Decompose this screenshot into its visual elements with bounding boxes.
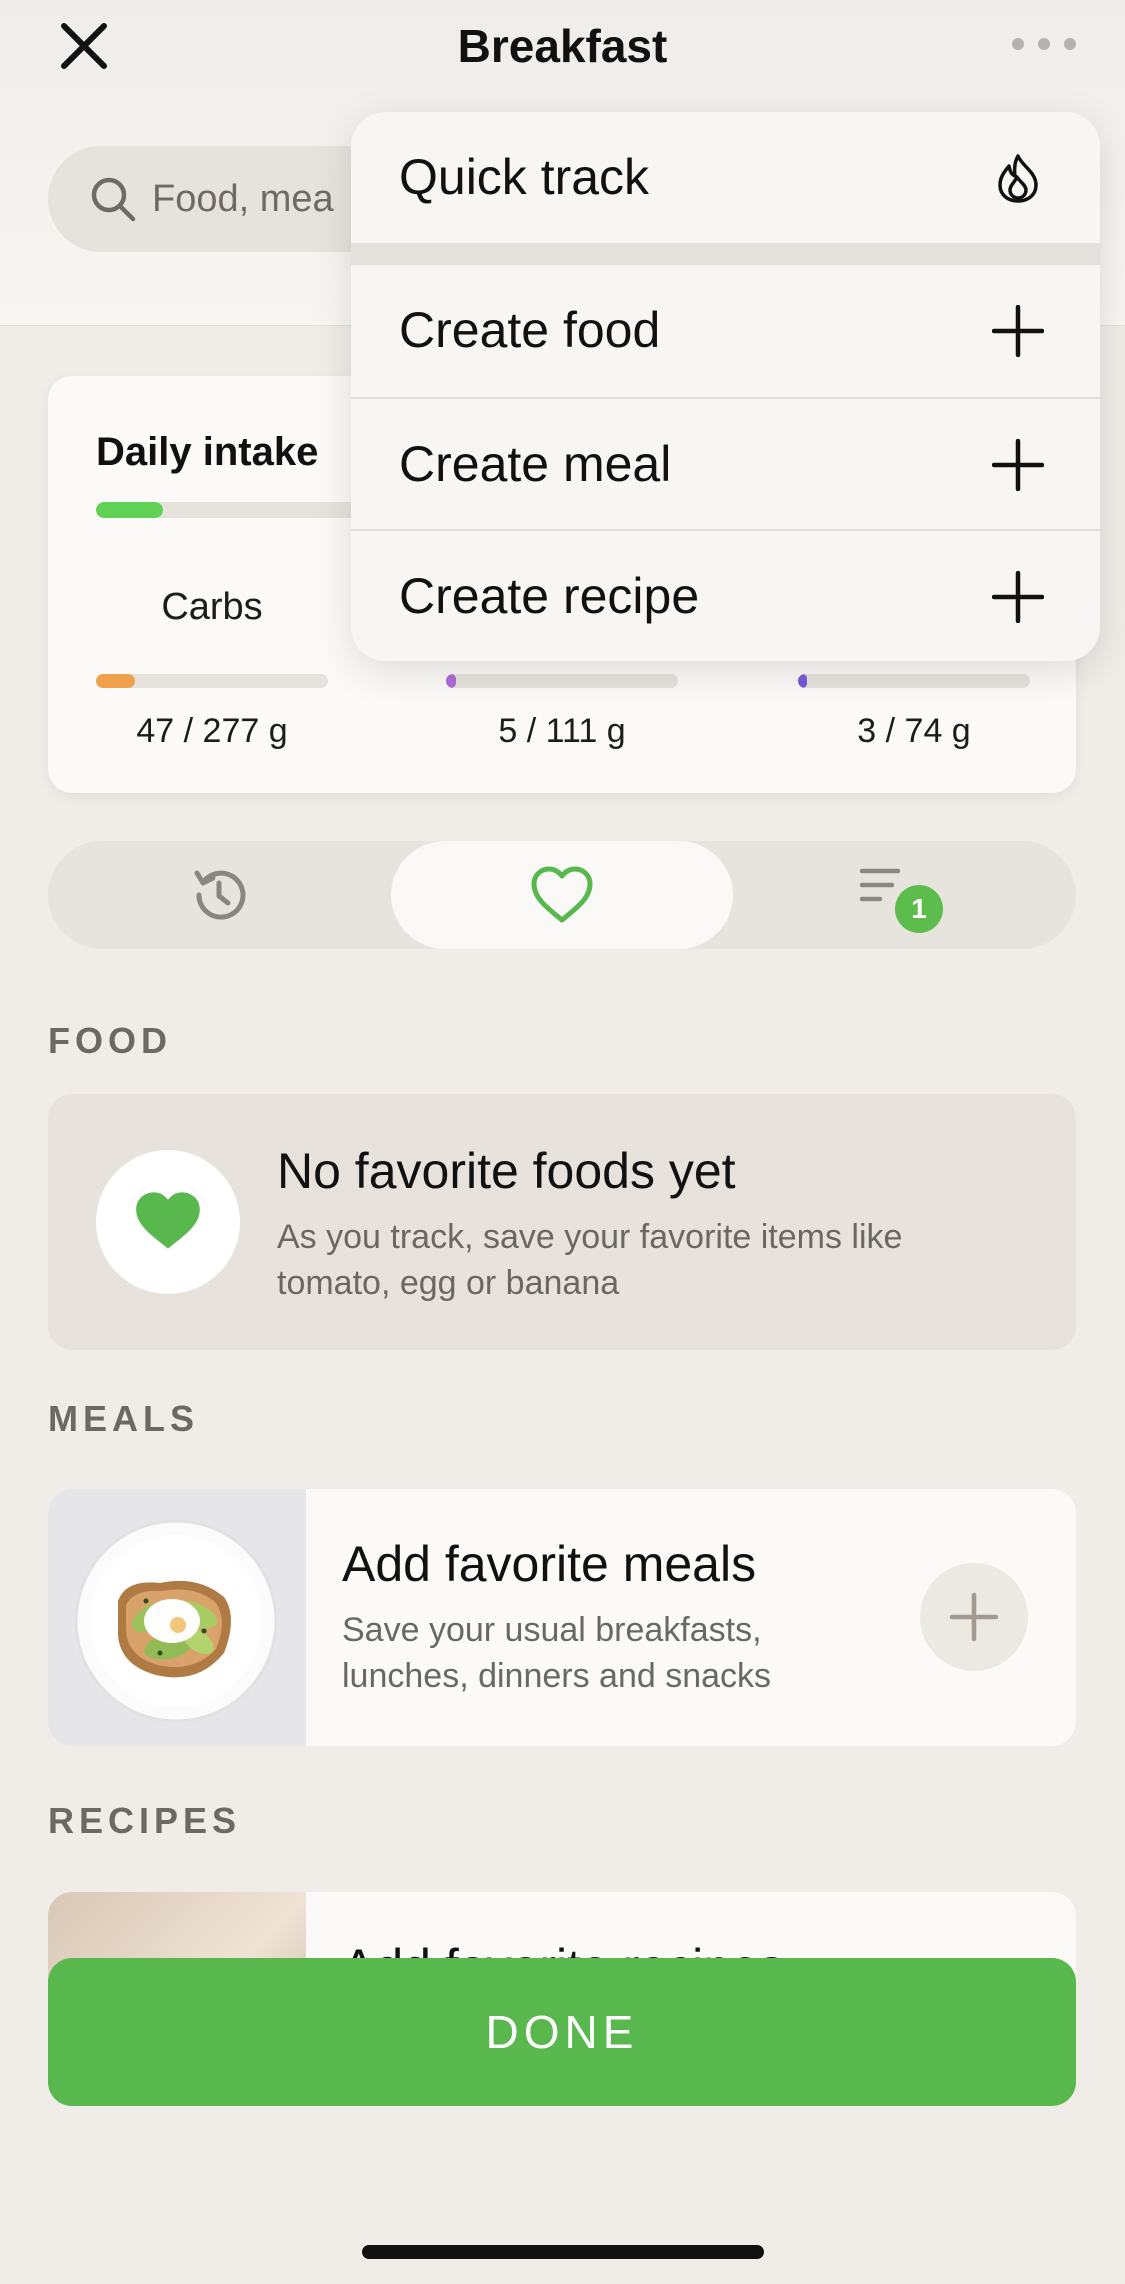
menu-item-create-meal[interactable]: Create meal	[351, 399, 1100, 530]
avocado-toast-image	[48, 1489, 306, 1746]
add-meal-button[interactable]	[920, 1563, 1028, 1671]
macro-progress-fill	[798, 674, 808, 688]
add-favorite-meals-card[interactable]: Add favorite meals Save your usual break…	[48, 1489, 1076, 1746]
plus-icon	[992, 305, 1044, 357]
heart-badge	[96, 1150, 240, 1294]
add-favorite-meals-subtitle-line2: lunches, dinners and snacks	[342, 1657, 772, 1695]
macro-progress	[96, 674, 328, 688]
macro-progress-fill	[96, 674, 136, 688]
daily-intake-title: Daily intake	[96, 430, 319, 474]
daily-intake-progress-fill	[96, 502, 163, 518]
heart-icon	[531, 866, 593, 923]
plus-icon	[992, 439, 1044, 491]
menu-item-label: Create meal	[399, 436, 672, 492]
macro-progress	[446, 674, 678, 688]
plus-icon	[992, 571, 1044, 623]
home-indicator[interactable]	[362, 2245, 764, 2259]
favorite-foods-title: No favorite foods yet	[277, 1143, 736, 1199]
page-title: Breakfast	[457, 20, 668, 72]
macro-value: 47 / 277 g	[136, 712, 288, 750]
section-heading-food: FOOD	[48, 1020, 172, 1061]
menu-divider	[351, 243, 1100, 265]
macro-value: 3 / 74 g	[857, 712, 971, 750]
section-heading-recipes: RECIPES	[48, 1800, 242, 1841]
macro-carbs: Carbs 47 / 277 g	[96, 586, 328, 751]
menu-item-label: Create food	[399, 302, 661, 358]
macro-progress	[798, 674, 1030, 688]
add-favorite-meals-title: Add favorite meals	[342, 1536, 757, 1592]
history-icon	[194, 870, 246, 920]
daily-intake-progress	[96, 502, 386, 518]
add-favorite-meals-subtitle-line1: Save your usual breakfasts,	[342, 1611, 762, 1649]
menu-item-label: Create recipe	[399, 568, 700, 624]
flame-icon	[998, 154, 1038, 203]
menu-item-label: Quick track	[399, 149, 650, 205]
favorite-foods-subtitle-line2: tomato, egg or banana	[277, 1264, 620, 1302]
more-button[interactable]	[1008, 30, 1080, 58]
macro-name: Carbs	[161, 586, 263, 628]
more-menu: Quick track Create food Create meal Crea…	[351, 112, 1100, 661]
tab-favorites[interactable]	[391, 841, 733, 949]
search-icon	[91, 177, 136, 222]
search-placeholder: Food, mea	[152, 178, 334, 220]
menu-item-create-recipe[interactable]: Create recipe	[351, 531, 1100, 661]
plate-illustration	[74, 1519, 278, 1723]
macro-value: 5 / 111 g	[498, 712, 626, 750]
favorite-foods-empty-card: No favorite foods yet As you track, save…	[48, 1094, 1076, 1350]
macro-progress-fill	[446, 674, 457, 688]
section-heading-meals: MEALS	[48, 1398, 199, 1439]
tab-history[interactable]	[48, 841, 390, 949]
done-button[interactable]: DONE	[48, 1958, 1076, 2106]
plus-icon	[949, 1592, 999, 1642]
favorite-foods-subtitle-line1: As you track, save your favorite items l…	[277, 1218, 903, 1256]
menu-item-quick-track[interactable]: Quick track	[351, 112, 1100, 243]
more-icon	[1012, 38, 1076, 50]
heart-icon	[136, 1192, 200, 1249]
list-count-badge: 1	[895, 885, 943, 933]
menu-item-create-food[interactable]: Create food	[351, 265, 1100, 396]
